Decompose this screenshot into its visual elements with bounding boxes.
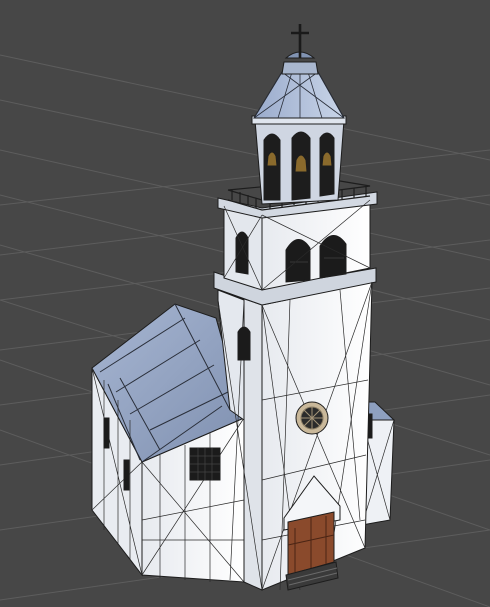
3d-viewport[interactable]	[0, 0, 490, 607]
nave-side-window-1	[103, 417, 110, 449]
spire	[253, 24, 345, 119]
spire-roof	[253, 71, 345, 119]
tower-left-window	[237, 326, 251, 361]
arch-window-2	[319, 235, 347, 279]
scene-canvas[interactable]	[0, 0, 490, 607]
nave-side-window-2	[123, 459, 130, 491]
nave	[91, 303, 245, 583]
arch-window-3	[235, 231, 249, 275]
arch-window-1	[285, 239, 311, 283]
rose-window	[295, 401, 329, 435]
lantern	[281, 61, 319, 75]
belfry	[251, 115, 347, 205]
belfry-opening-1	[263, 133, 281, 201]
